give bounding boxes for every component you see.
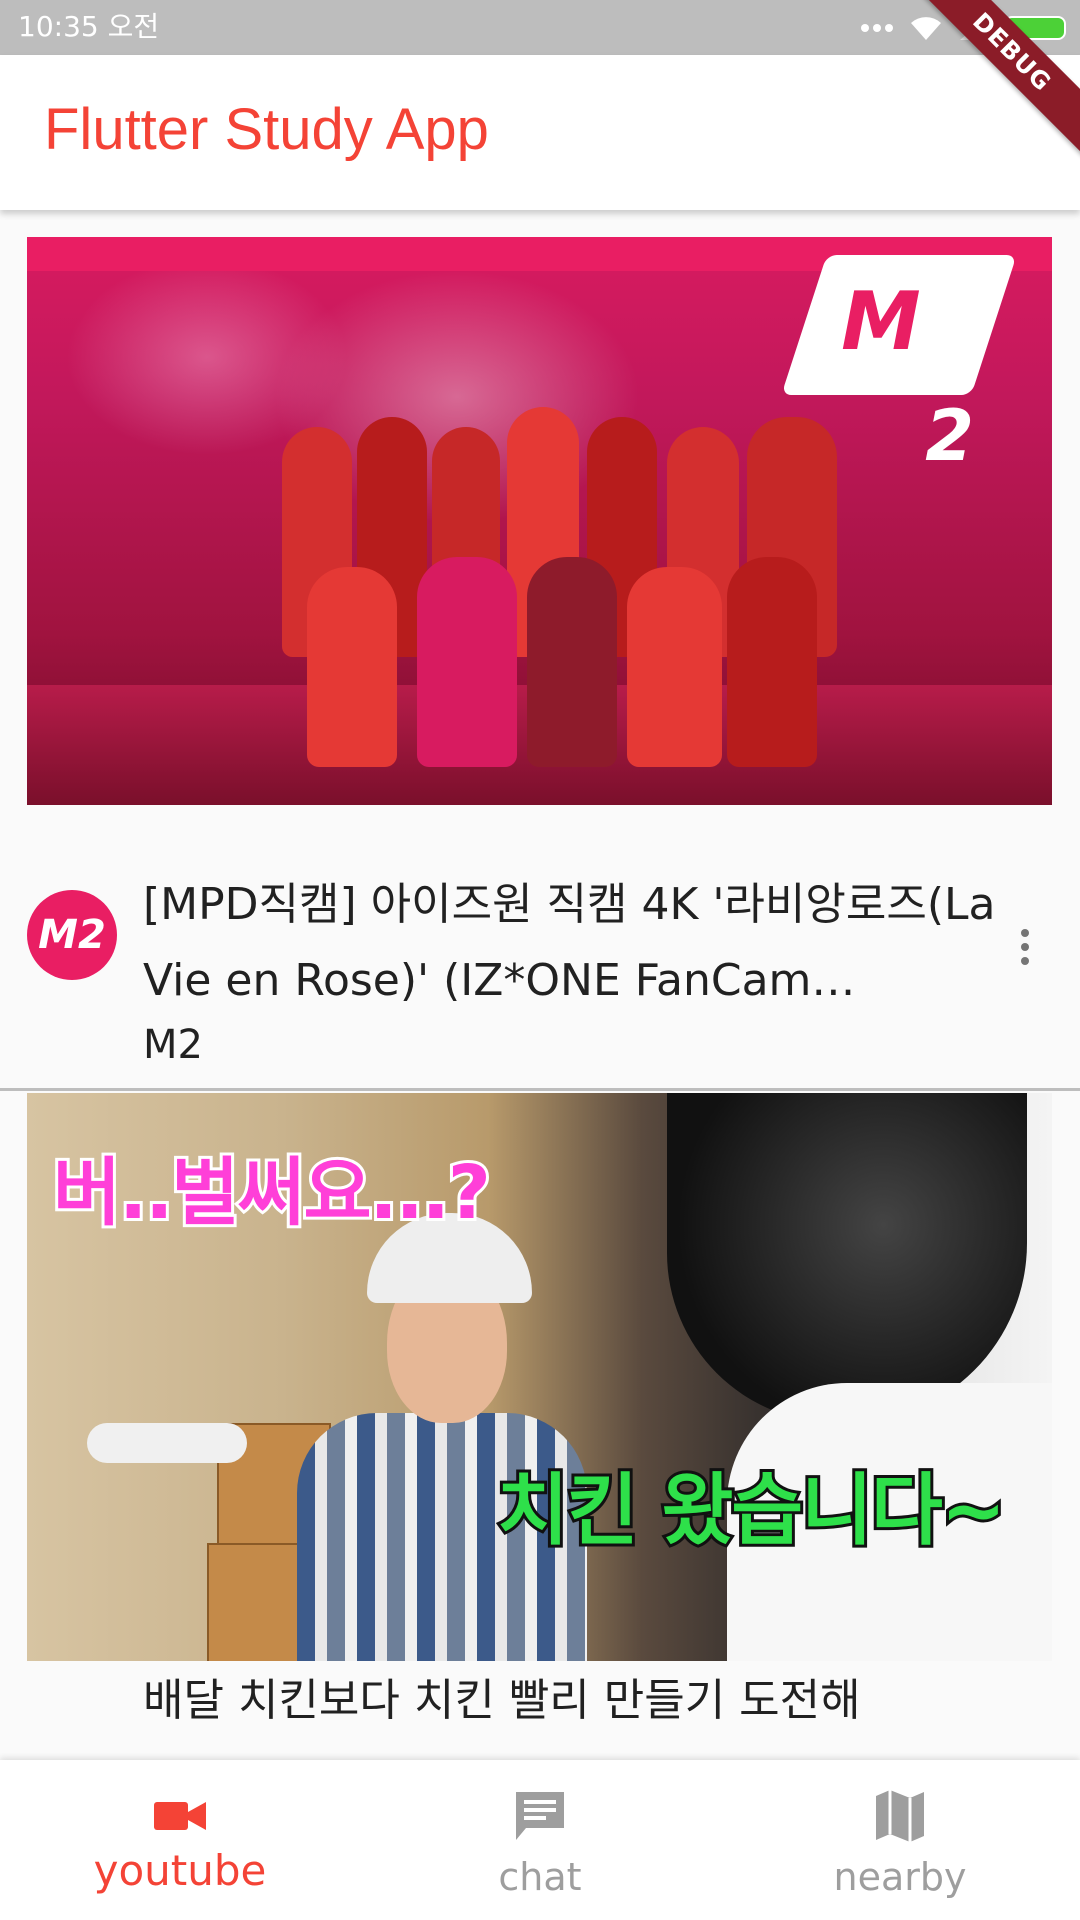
status-time: 10:35 오전: [18, 10, 160, 43]
video-title[interactable]: [MPD직캠] 아이즈원 직캠 4K '라비앙로즈(La Vie en Rose…: [143, 867, 1003, 1019]
bottom-navigation: youtube chat nearby: [0, 1760, 1080, 1920]
nav-item-chat[interactable]: chat: [360, 1760, 720, 1920]
nav-item-youtube[interactable]: youtube: [0, 1760, 360, 1920]
performer-figure: [417, 557, 517, 767]
performer-figure: [307, 567, 397, 767]
performer-figure: [527, 557, 617, 767]
nav-label: nearby: [833, 1855, 967, 1899]
video-thumbnail[interactable]: 버..벌써요...? 치킨 왔습니다~: [27, 1093, 1052, 1661]
app-bar: Flutter Study App: [0, 55, 1080, 210]
app-title: Flutter Study App: [44, 97, 489, 162]
thumbnail-caption-top: 버..벌써요...?: [50, 1147, 494, 1239]
channel-avatar-text: M2: [38, 912, 106, 958]
nav-item-nearby[interactable]: nearby: [720, 1760, 1080, 1920]
more-options-button[interactable]: [1005, 917, 1045, 977]
m2-logo: M: [781, 255, 1017, 395]
card-divider: [0, 1088, 1080, 1091]
channel-avatar[interactable]: M2: [27, 890, 117, 980]
thumbnail-helmet: [667, 1093, 1027, 1423]
video-feed[interactable]: M 2 M2 [MPD직캠] 아이즈원 직캠 4K '라비앙로즈(La Vie …: [0, 210, 1080, 1760]
more-vert-icon: [1021, 957, 1029, 965]
app-screen: 10:35 오전 DEBUG Flutter Study App M 2 M2 …: [0, 0, 1080, 1920]
wifi-icon: [911, 17, 941, 40]
more-vert-icon: [1021, 929, 1029, 937]
more-vert-icon: [1021, 943, 1029, 951]
performer-figure: [627, 567, 722, 767]
thumbnail-caption-bottom: 치킨 왔습니다~: [494, 1463, 1009, 1559]
nav-label: chat: [498, 1855, 582, 1899]
nav-label: youtube: [93, 1846, 267, 1895]
video-title[interactable]: 배달 치킨보다 치킨 빨리 만들기 도전해: [143, 1663, 1003, 1739]
more-dots-icon: [861, 24, 893, 32]
m2-logo-sub: 2: [925, 395, 974, 477]
videocam-icon: [150, 1786, 210, 1846]
video-thumbnail[interactable]: M 2: [27, 237, 1052, 805]
map-icon: [870, 1786, 930, 1846]
m2-logo-text: M: [841, 275, 921, 368]
thumbnail-glove: [87, 1423, 247, 1463]
status-bar: 10:35 오전: [0, 0, 1080, 55]
performer-figure: [727, 557, 817, 767]
chat-icon: [510, 1786, 570, 1846]
channel-name[interactable]: M2: [143, 1019, 203, 1071]
